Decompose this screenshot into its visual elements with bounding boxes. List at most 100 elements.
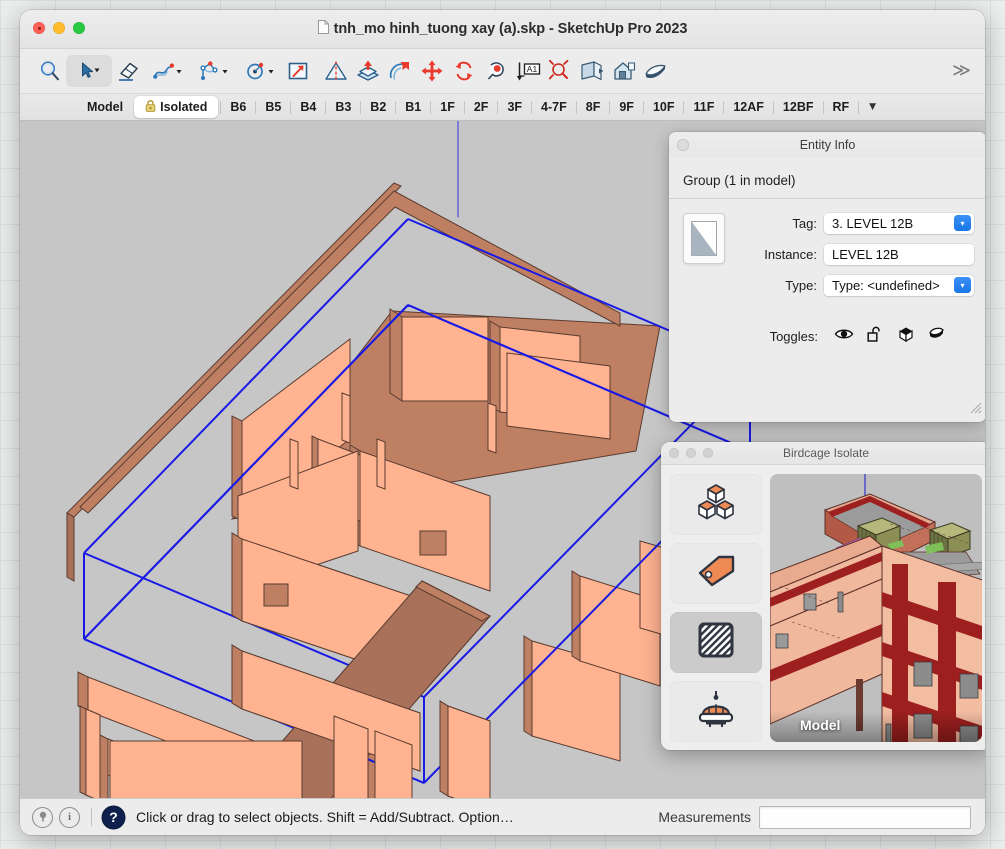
scene-tab-label: RF: [833, 100, 850, 114]
entity-toggles-row: Toggles:: [669, 306, 985, 347]
scene-tab-label: B2: [370, 100, 386, 114]
birdcage-isolate-panel[interactable]: Birdcage Isolate: [661, 442, 985, 750]
arc-tool[interactable]: [190, 55, 236, 87]
scene-tab-model[interactable]: Model: [78, 98, 132, 116]
scene-tab-label: 4-7F: [541, 100, 567, 114]
birdcage-tag-button[interactable]: [670, 543, 762, 604]
measurements-area: Measurements: [658, 806, 971, 829]
measurements-input[interactable]: [759, 806, 971, 829]
scene-tab-b1[interactable]: B1: [396, 98, 430, 116]
select-tool[interactable]: [66, 55, 112, 87]
entity-tag-value: 3. LEVEL 12B: [832, 216, 913, 231]
position-camera-tool[interactable]: [640, 55, 672, 87]
scene-tab-4-7f[interactable]: 4-7F: [532, 98, 576, 116]
entity-info-panel[interactable]: Entity Info Group (1 in model) Tag: 3. L…: [669, 132, 985, 422]
freehand-tool[interactable]: [144, 55, 190, 87]
receives-shadow-icon[interactable]: [897, 326, 915, 347]
visibility-eye-icon[interactable]: [834, 327, 854, 346]
scene-tab-10f[interactable]: 10F: [644, 98, 684, 116]
status-bar: i ? Click or drag to select objects. Shi…: [20, 798, 985, 835]
birdcage-components-button[interactable]: [670, 474, 762, 535]
unlocked-lock-icon[interactable]: [867, 326, 884, 347]
scene-tab-b6[interactable]: B6: [221, 98, 255, 116]
magnifier-icon: [38, 59, 62, 83]
preview-building-render: [770, 474, 982, 742]
geo-location-icon[interactable]: [32, 807, 53, 828]
entity-instance-input[interactable]: LEVEL 12B: [824, 244, 974, 265]
entity-toggles-label: Toggles:: [770, 329, 818, 344]
scene-tab-b3[interactable]: B3: [326, 98, 360, 116]
eraser-tool[interactable]: [112, 55, 144, 87]
scene-more-button[interactable]: ▼: [859, 102, 886, 112]
scene-tab-label: 1F: [440, 100, 455, 114]
scene-tab-label: 8F: [586, 100, 601, 114]
sketchup-main-window: tnh_mo hinh_tuong xay (a).skp - SketchUp…: [20, 10, 985, 835]
birdcage-titlebar: Birdcage Isolate: [661, 442, 985, 465]
birdcage-cage-button[interactable]: [670, 681, 762, 742]
scene-tab-8f[interactable]: 8F: [577, 98, 610, 116]
birdcage-minimize-button[interactable]: [686, 448, 696, 458]
birdcage-preview-thumbnail[interactable]: Model: [770, 474, 982, 742]
birdcage-zoom-button[interactable]: [703, 448, 713, 458]
birdcage-window-controls: [669, 448, 713, 458]
rotate-tool[interactable]: [448, 55, 480, 87]
wall-panel-1: [402, 317, 488, 401]
paint-bucket-tool[interactable]: [480, 55, 512, 87]
scene-tab-9f[interactable]: 9F: [610, 98, 643, 116]
dimension-tool[interactable]: A1: [512, 55, 544, 87]
scene-tab-12bf[interactable]: 12BF: [774, 98, 823, 116]
scene-tab-1f[interactable]: 1F: [431, 98, 464, 116]
push-pull-tool[interactable]: [352, 55, 384, 87]
scene-tab-label: 9F: [619, 100, 634, 114]
entity-type-label: Type:: [785, 278, 817, 293]
post-4: [488, 403, 496, 453]
scene-tab-label: B1: [405, 100, 421, 114]
scene-tab-rf[interactable]: RF: [824, 98, 859, 116]
scene-tab-b2[interactable]: B2: [361, 98, 395, 116]
birdcage-icon: [695, 690, 737, 733]
scene-tab-b5[interactable]: B5: [256, 98, 290, 116]
scene-tab-3f[interactable]: 3F: [498, 98, 531, 116]
move-tool[interactable]: [416, 55, 448, 87]
push-pull-icon: [355, 59, 381, 83]
scene-tab-isolated[interactable]: Isolated: [134, 96, 218, 118]
minimize-button[interactable]: [53, 22, 65, 34]
birdcage-hatch-button[interactable]: [670, 612, 762, 673]
scene-tab-2f[interactable]: 2F: [465, 98, 498, 116]
entity-tag-combo[interactable]: 3. LEVEL 12B ▾: [824, 213, 974, 234]
scene-tab-11f[interactable]: 11F: [684, 98, 723, 116]
rectangle-tool[interactable]: [282, 55, 314, 87]
birdcage-close-button[interactable]: [669, 448, 679, 458]
scene-tab-label: 3F: [507, 100, 522, 114]
chevron-down-icon[interactable]: ▾: [954, 277, 971, 293]
entity-type-combo[interactable]: Type: <undefined> ▾: [824, 275, 974, 296]
zoom-button[interactable]: [73, 22, 85, 34]
svg-text:A1: A1: [527, 64, 538, 74]
follow-me-tool[interactable]: [384, 55, 416, 87]
birdcage-body: Model: [661, 465, 985, 750]
scene-tab-b4[interactable]: B4: [291, 98, 325, 116]
casts-shadow-icon[interactable]: [928, 326, 946, 347]
house-walk-icon: [611, 59, 637, 83]
walkthrough-tool[interactable]: [608, 55, 640, 87]
dimension-a1-icon: A1: [515, 60, 541, 82]
scene-tab-label: B5: [265, 100, 281, 114]
scene-tab-12af[interactable]: 12AF: [724, 98, 773, 116]
toolbar-overflow-button[interactable]: ≫: [952, 61, 971, 81]
credits-info-icon[interactable]: i: [59, 807, 80, 828]
resize-grip-icon[interactable]: [969, 401, 982, 419]
close-button[interactable]: [33, 22, 45, 34]
preview-label: Model: [770, 711, 982, 742]
zoom-tool[interactable]: [34, 55, 66, 87]
help-button[interactable]: ?: [103, 807, 124, 828]
entity-info-close-button[interactable]: [677, 139, 689, 151]
section-plane-tool[interactable]: [576, 55, 608, 87]
chevron-down-icon[interactable]: ▾: [954, 215, 971, 231]
window-controls: [33, 22, 85, 34]
zoom-extents-tool[interactable]: [544, 55, 576, 87]
polyline-arc-icon: [198, 60, 228, 82]
circle-tool[interactable]: [236, 55, 282, 87]
tape-measure-tool[interactable]: [320, 55, 352, 87]
document-icon: [318, 20, 329, 38]
page-flip-icon: [643, 59, 669, 83]
